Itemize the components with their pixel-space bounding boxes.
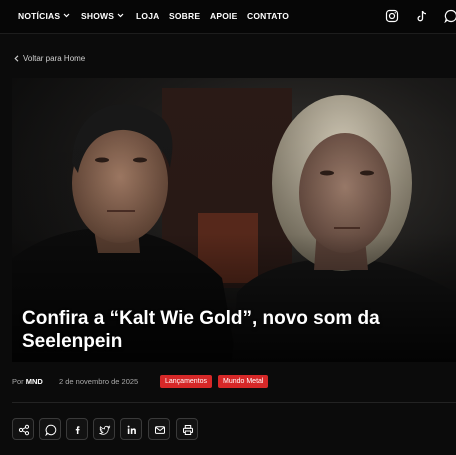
share-email-button[interactable] bbox=[148, 418, 170, 440]
nav-item-label: NOTÍCIAS bbox=[18, 11, 61, 21]
chevron-down-icon bbox=[63, 13, 70, 18]
linkedin-icon bbox=[127, 425, 136, 434]
nav-item-label: CONTATO bbox=[247, 11, 290, 21]
nav-item-loja[interactable]: LOJA bbox=[136, 11, 159, 21]
whatsapp-icon[interactable] bbox=[444, 9, 456, 23]
nav-item-label: SHOWS bbox=[81, 11, 115, 21]
nav-item-label: LOJA bbox=[136, 11, 160, 21]
share-facebook-button[interactable] bbox=[66, 418, 88, 440]
share-icon bbox=[18, 424, 30, 436]
nav-item-sobre[interactable]: SOBRE bbox=[169, 11, 200, 21]
share-twitter-button[interactable] bbox=[93, 418, 115, 440]
chevron-left-icon bbox=[14, 55, 19, 62]
hero-image: Confira a “Kalt Wie Gold”, novo som da S… bbox=[12, 78, 456, 362]
print-icon bbox=[183, 425, 193, 435]
divider bbox=[12, 402, 456, 403]
share-linkedin-button[interactable] bbox=[120, 418, 142, 440]
author-name[interactable]: MND bbox=[26, 377, 43, 386]
top-navigation: NOTÍCIAS SHOWS LOJA SOBRE APOIE CONTATO bbox=[0, 0, 456, 34]
back-link-label: Voltar para Home bbox=[23, 54, 86, 63]
article-meta: Por MND 2 de novembro de 2025 bbox=[12, 377, 138, 386]
nav-item-label: APOIE bbox=[210, 11, 238, 21]
tag-lancamentos[interactable]: Lançamentos bbox=[160, 375, 213, 388]
author-prefix: Por bbox=[12, 377, 24, 386]
tag-mundo-metal[interactable]: Mundo Metal bbox=[218, 375, 269, 388]
facebook-icon bbox=[75, 426, 80, 434]
back-to-home-link[interactable]: Voltar para Home bbox=[14, 54, 85, 63]
whatsapp-icon bbox=[45, 424, 57, 436]
email-icon bbox=[155, 426, 165, 434]
nav-item-contato[interactable]: CONTATO bbox=[247, 11, 289, 21]
article-title: Confira a “Kalt Wie Gold”, novo som da S… bbox=[22, 308, 380, 352]
nav-item-noticias[interactable]: NOTÍCIAS bbox=[18, 11, 70, 21]
publish-date: 2 de novembro de 2025 bbox=[59, 377, 139, 386]
instagram-icon[interactable] bbox=[385, 9, 399, 23]
nav-item-label: SOBRE bbox=[169, 11, 201, 21]
share-whatsapp-button[interactable] bbox=[39, 418, 61, 440]
share-button[interactable] bbox=[12, 418, 34, 440]
nav-item-apoie[interactable]: APOIE bbox=[210, 11, 237, 21]
twitter-icon bbox=[99, 425, 111, 435]
chevron-down-icon bbox=[117, 13, 124, 18]
nav-item-shows[interactable]: SHOWS bbox=[81, 11, 124, 21]
share-print-button[interactable] bbox=[176, 418, 198, 440]
tiktok-icon[interactable] bbox=[415, 9, 429, 23]
